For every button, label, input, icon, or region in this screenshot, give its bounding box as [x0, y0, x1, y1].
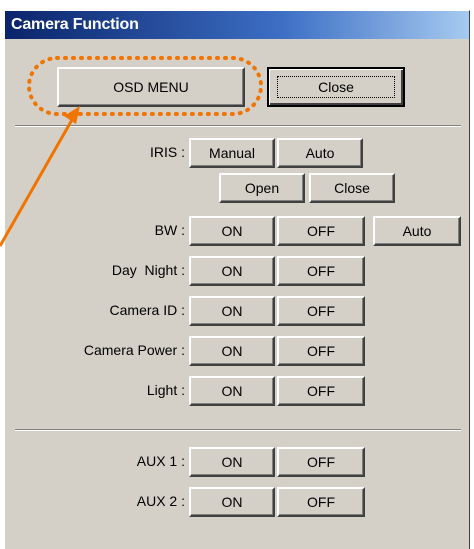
aux1-off-label: OFF — [307, 454, 335, 470]
iris-open-label: Open — [244, 180, 280, 196]
camera-id-on-label: ON — [221, 303, 243, 319]
aux2-off-label: OFF — [307, 494, 335, 510]
osd-menu-button[interactable]: OSD MENU — [57, 67, 245, 107]
iris-open-button[interactable]: Open — [219, 173, 305, 203]
bw-auto-button[interactable]: Auto — [373, 216, 461, 246]
light-label: Light : — [146, 382, 185, 398]
aux1-label: AUX 1 : — [136, 453, 185, 469]
bw-auto-label: Auto — [402, 223, 432, 239]
aux2-off-button[interactable]: OFF — [277, 487, 365, 517]
bw-label: BW : — [154, 222, 185, 238]
dialog-title: Camera Function — [5, 11, 469, 39]
aux1-on-button[interactable]: ON — [189, 447, 275, 477]
camera-power-on-label: ON — [221, 343, 243, 359]
light-on-label: ON — [221, 383, 243, 399]
light-off-label: OFF — [307, 383, 335, 399]
close-label: Close — [318, 79, 354, 95]
aux1-off-button[interactable]: OFF — [277, 447, 365, 477]
osd-menu-label: OSD MENU — [113, 79, 189, 95]
iris-manual-label: Manual — [209, 145, 255, 161]
camera-power-off-button[interactable]: OFF — [277, 336, 365, 366]
iris-close-label: Close — [334, 180, 370, 196]
screenshot-stage: Camera Function OSD MENU Close IRIS : Ma… — [0, 0, 474, 549]
iris-manual-button[interactable]: Manual — [189, 138, 275, 168]
close-button[interactable]: Close — [267, 67, 405, 107]
aux2-on-button[interactable]: ON — [189, 487, 275, 517]
camera-power-label: Camera Power : — [83, 342, 185, 358]
bw-on-button[interactable]: ON — [189, 216, 275, 246]
iris-auto-button[interactable]: Auto — [277, 138, 363, 168]
iris-auto-label: Auto — [305, 145, 335, 161]
iris-label: IRIS : — [149, 144, 185, 160]
day-night-on-button[interactable]: ON — [189, 256, 275, 286]
aux1-on-label: ON — [221, 454, 243, 470]
bw-on-label: ON — [221, 223, 243, 239]
day-night-on-label: ON — [221, 263, 243, 279]
light-off-button[interactable]: OFF — [277, 376, 365, 406]
day-night-label: Day Night : — [111, 262, 185, 278]
camera-id-label: Camera ID : — [109, 302, 185, 318]
day-night-off-label: OFF — [307, 263, 335, 279]
camera-id-off-label: OFF — [307, 303, 335, 319]
camera-power-off-label: OFF — [307, 343, 335, 359]
camera-power-on-button[interactable]: ON — [189, 336, 275, 366]
separator-bottom — [15, 429, 461, 431]
camera-id-on-button[interactable]: ON — [189, 296, 275, 326]
bw-off-label: OFF — [307, 223, 335, 239]
aux2-label: AUX 2 : — [136, 493, 185, 509]
camera-function-dialog: Camera Function OSD MENU Close IRIS : Ma… — [4, 10, 470, 549]
camera-id-off-button[interactable]: OFF — [277, 296, 365, 326]
iris-close-button[interactable]: Close — [309, 173, 395, 203]
bw-off-button[interactable]: OFF — [277, 216, 365, 246]
aux2-on-label: ON — [221, 494, 243, 510]
day-night-off-button[interactable]: OFF — [277, 256, 365, 286]
separator-top — [15, 125, 461, 127]
light-on-button[interactable]: ON — [189, 376, 275, 406]
